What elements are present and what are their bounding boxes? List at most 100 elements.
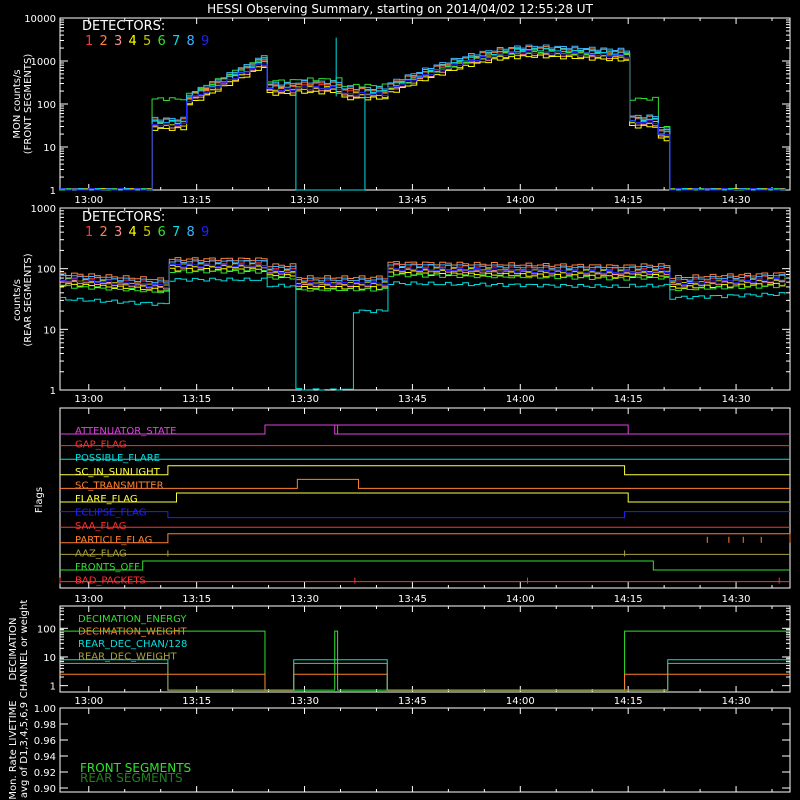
legend-detector-5: 5 bbox=[143, 34, 151, 49]
rear-legend: 123456789 bbox=[85, 225, 209, 240]
livetime-legend-1: REAR SEGMENTS bbox=[80, 771, 183, 785]
x-tick-label-2: 13:30 bbox=[290, 594, 319, 605]
flag-label-attenuator-state: ATTENUATOR_STATE bbox=[75, 426, 176, 437]
front-legend: 123456789 bbox=[85, 34, 209, 49]
flag-label-particle-flag: PARTICLE_FLAG bbox=[75, 535, 152, 546]
decimation-ylabel-line2: CHANNEL or weight bbox=[19, 600, 30, 699]
x-tick-label-3: 13:45 bbox=[398, 594, 427, 605]
legend-detector-3: 3 bbox=[114, 34, 122, 49]
x-tick-label-4: 14:00 bbox=[506, 696, 535, 707]
y-tick-label-4: 10000 bbox=[24, 14, 56, 25]
legend-detector-1: 1 bbox=[85, 225, 93, 240]
x-tick-label-0: 13:00 bbox=[74, 696, 103, 707]
x-tick-label-0: 13:00 bbox=[74, 394, 103, 405]
legend-detector-9: 9 bbox=[201, 34, 209, 49]
decimation-legend-0: DECIMATION_ENERGY bbox=[78, 614, 187, 625]
x-tick-label-0: 13:00 bbox=[74, 195, 103, 206]
front-panel: MON counts/s (FRONT SEGMENTS) DETECTORS:… bbox=[12, 14, 791, 206]
flag-line-particle-flag bbox=[60, 533, 791, 544]
flag-label-sc-transmitter: SC_TRANSMITTER bbox=[75, 480, 164, 491]
x-tick-label-5: 14:15 bbox=[614, 195, 643, 206]
legend-detector-6: 6 bbox=[158, 225, 166, 240]
live-y-tick-label-5: 1.00 bbox=[34, 704, 56, 715]
flag-label-eclipse-flag: ECLIPSE_FLAG bbox=[75, 508, 146, 519]
y-tick-label-2: 100 bbox=[37, 100, 56, 111]
decimation-ylabel-line1: DECIMATION bbox=[8, 617, 19, 680]
front-panel-frame bbox=[59, 17, 791, 191]
x-tick-label-5: 14:15 bbox=[614, 696, 643, 707]
front-series-detector-8 bbox=[60, 44, 786, 191]
flags-ylabel: Flags bbox=[34, 487, 45, 513]
legend-detector-5: 5 bbox=[143, 225, 151, 240]
y-tick-label-0: 1 bbox=[50, 682, 56, 693]
x-tick-label-1: 13:15 bbox=[182, 394, 211, 405]
legend-detector-1: 1 bbox=[85, 34, 93, 49]
decimation-legend-2: REAR_DEC_CHAN/128 bbox=[78, 639, 187, 650]
front-axes: 1 10 100 1000 10000 13:00 13:15 13:30 13:45 14:00… bbox=[24, 14, 790, 206]
flag-label-flare-flag: FLARE_FLAG bbox=[75, 494, 138, 505]
front-series bbox=[60, 37, 786, 191]
legend-detector-3: 3 bbox=[114, 225, 122, 240]
livetime-panel: Mon. Rate LIVETIME avg of D1,3,4,5,6,9 F… bbox=[8, 700, 791, 800]
legend-detector-7: 7 bbox=[172, 34, 180, 49]
decimation-panel: DECIMATION CHANNEL or weight DECIMATION_… bbox=[8, 600, 791, 707]
y-tick-label-0: 1 bbox=[50, 186, 56, 197]
chart-title: HESSI Observing Summary, starting on 201… bbox=[207, 2, 593, 16]
x-tick-label-4: 14:00 bbox=[506, 594, 535, 605]
live-y-tick-label-4: 0.98 bbox=[34, 720, 56, 731]
decimation-weight-line bbox=[60, 673, 790, 691]
livetime-ylabel-line1: Mon. Rate LIVETIME bbox=[8, 700, 19, 799]
x-tick-label-2: 13:30 bbox=[290, 195, 319, 206]
live-y-tick-label-1: 0.92 bbox=[34, 768, 56, 779]
rear-legend-title: DETECTORS: bbox=[82, 210, 165, 225]
rear-series-detector-7 bbox=[60, 277, 786, 391]
y-tick-label-1: 10 bbox=[43, 325, 56, 336]
flags-axes: 13:00 13:15 13:30 13:45 14:00 14:15 14:30 bbox=[74, 408, 773, 605]
decimation-legend: DECIMATION_ENERGYDECIMATION_WEIGHTREAR_D… bbox=[78, 614, 187, 663]
x-tick-label-6: 14:30 bbox=[722, 594, 751, 605]
flag-line-fronts-off bbox=[60, 560, 790, 571]
flag-line-flare-flag bbox=[60, 492, 790, 503]
legend-detector-7: 7 bbox=[172, 225, 180, 240]
live-y-tick-label-2: 0.94 bbox=[34, 752, 56, 763]
x-tick-label-4: 14:00 bbox=[506, 394, 535, 405]
x-tick-label-5: 14:15 bbox=[614, 394, 643, 405]
livetime-ylabel-line2: avg of D1,3,4,5,6,9 bbox=[19, 702, 30, 798]
x-tick-label-5: 14:15 bbox=[614, 594, 643, 605]
y-tick-label-2: 100 bbox=[37, 624, 56, 635]
decimation-legend-3: REAR_DEC_WEIGHT bbox=[78, 652, 177, 663]
flag-line-sc-transmitter bbox=[60, 478, 790, 489]
x-tick-label-1: 13:15 bbox=[182, 594, 211, 605]
decimation-legend-1: DECIMATION_WEIGHT bbox=[78, 627, 187, 638]
y-tick-label-1: 10 bbox=[43, 653, 56, 664]
x-tick-label-1: 13:15 bbox=[182, 696, 211, 707]
live-y-tick-label-0: 0.90 bbox=[34, 784, 56, 795]
rear-dec-chan-line bbox=[60, 659, 790, 691]
x-tick-label-4: 14:00 bbox=[506, 195, 535, 206]
front-ylabel-line1: MON counts/s bbox=[12, 69, 23, 138]
x-tick-label-3: 13:45 bbox=[398, 195, 427, 206]
y-tick-label-2: 100 bbox=[37, 265, 56, 276]
y-tick-label-3: 1000 bbox=[31, 204, 56, 215]
x-tick-label-3: 13:45 bbox=[398, 696, 427, 707]
legend-detector-2: 2 bbox=[100, 34, 108, 49]
livetime-legend: FRONT SEGMENTSREAR SEGMENTS bbox=[80, 761, 191, 785]
legend-detector-2: 2 bbox=[100, 225, 108, 240]
flag-label-sc-in-sunlight: SC_IN_SUNLIGHT bbox=[75, 467, 161, 478]
legend-detector-9: 9 bbox=[201, 225, 209, 240]
y-tick-label-1: 10 bbox=[43, 143, 56, 154]
x-tick-label-0: 13:00 bbox=[74, 594, 103, 605]
x-tick-label-6: 14:30 bbox=[722, 195, 751, 206]
x-tick-label-6: 14:30 bbox=[722, 394, 751, 405]
legend-detector-4: 4 bbox=[129, 34, 137, 49]
y-tick-label-3: 1000 bbox=[31, 57, 56, 68]
rear-dec-weight-line bbox=[60, 662, 790, 691]
flags-panel: Flags 13:00 13:15 13:30 13:45 14:00 14:15 14:3… bbox=[34, 407, 791, 605]
flag-line-eclipse-flag bbox=[60, 511, 790, 519]
front-ylabel-line2: (FRONT SEGMENTS) bbox=[23, 54, 34, 155]
rear-ylabel-line2: (REAR SEGMENTS) bbox=[23, 253, 34, 346]
flags-rows: ATTENUATOR_STATEGAP_FLAGPOSSIBLE_FLARESC… bbox=[59, 424, 791, 587]
rear-ylabel-line1: counts/s bbox=[12, 279, 23, 321]
flag-line-sc-in-sunlight bbox=[60, 465, 790, 476]
legend-detector-4: 4 bbox=[129, 225, 137, 240]
